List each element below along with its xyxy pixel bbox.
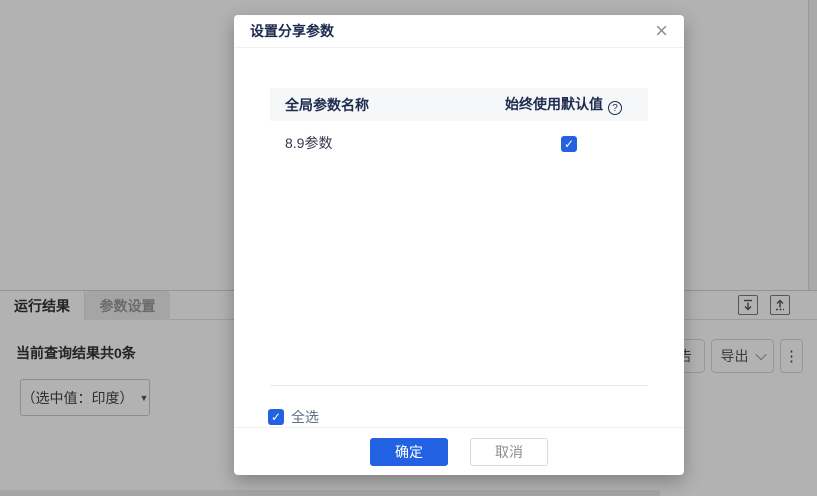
- help-icon[interactable]: ?: [608, 101, 622, 115]
- select-all-label: 全选: [291, 407, 319, 427]
- list-bottom-divider: [270, 385, 648, 386]
- params-table-body: 8.9参数 ✓: [270, 121, 648, 385]
- confirm-button[interactable]: 确定: [370, 438, 448, 466]
- dialog-title: 设置分享参数: [250, 21, 334, 41]
- app-root: 运行结果 参数设置: [0, 0, 817, 496]
- dialog-header: 设置分享参数 ×: [234, 15, 684, 48]
- close-icon[interactable]: ×: [655, 17, 668, 45]
- param-row: 8.9参数 ✓: [270, 121, 648, 165]
- checkmark-icon: ✓: [564, 137, 574, 151]
- params-table: 全局参数名称 始终使用默认值? 8.9参数 ✓: [270, 88, 648, 386]
- param-name: 8.9参数: [285, 135, 332, 151]
- checkmark-icon: ✓: [271, 410, 281, 424]
- select-all-row: ✓ 全选: [268, 407, 319, 427]
- params-table-header: 全局参数名称 始终使用默认值?: [270, 88, 648, 121]
- param-default-checkbox[interactable]: ✓: [561, 136, 577, 152]
- column-header-name: 全局参数名称: [270, 95, 505, 115]
- share-params-dialog: 设置分享参数 × 全局参数名称 始终使用默认值? 8.9参数: [234, 15, 684, 475]
- dialog-footer: 确定 取消: [234, 427, 684, 475]
- select-all-checkbox[interactable]: ✓: [268, 409, 284, 425]
- column-header-default: 始终使用默认值?: [505, 94, 648, 116]
- cancel-button[interactable]: 取消: [470, 438, 548, 466]
